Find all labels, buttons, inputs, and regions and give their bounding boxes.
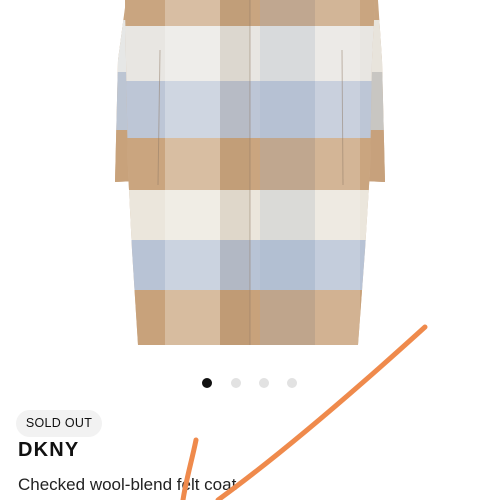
product-image[interactable] <box>0 0 500 365</box>
coat-illustration <box>115 0 385 345</box>
product-name: Checked wool-blend felt coat <box>18 475 237 494</box>
carousel-dot-4[interactable] <box>287 378 297 388</box>
carousel-dot-2[interactable] <box>231 378 241 388</box>
brand-name[interactable]: DKNY <box>18 439 79 462</box>
carousel-dot-3[interactable] <box>259 378 269 388</box>
carousel-dot-1[interactable] <box>202 378 212 388</box>
image-carousel-pagination <box>0 376 500 390</box>
status-badge: SOLD OUT <box>16 410 102 437</box>
